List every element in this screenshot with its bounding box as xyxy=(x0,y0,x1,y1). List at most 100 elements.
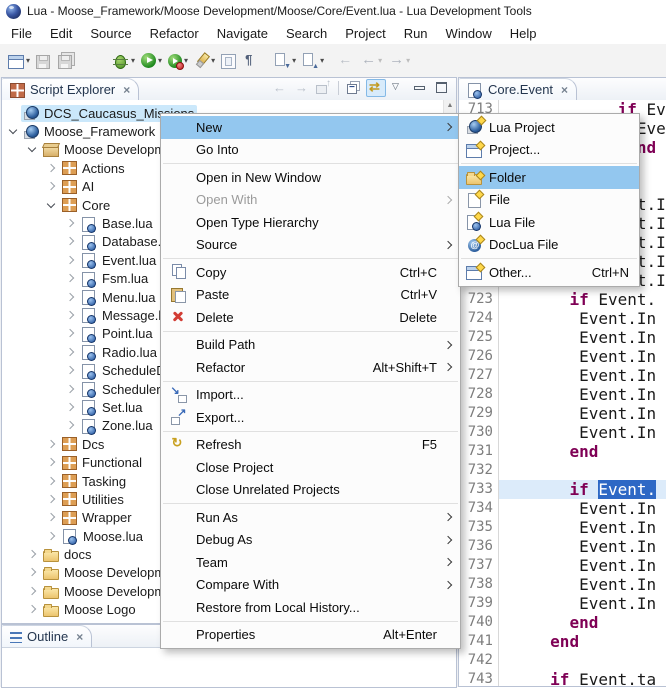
menu-item-properties[interactable]: PropertiesAlt+Enter xyxy=(161,624,460,647)
code-line-737[interactable]: 737 Event.In xyxy=(459,556,666,575)
dropdown-arrow-icon[interactable]: ▾ xyxy=(406,56,410,65)
menu-item-file[interactable]: File xyxy=(459,189,639,212)
save-button[interactable] xyxy=(33,48,53,73)
menu-item-export[interactable]: Export... xyxy=(161,406,460,429)
chevron-right-icon[interactable] xyxy=(63,382,78,397)
tree-item-body[interactable]: Wrapper xyxy=(59,509,135,526)
dropdown-arrow-icon[interactable]: ▾ xyxy=(184,56,188,65)
chevron-right-icon[interactable] xyxy=(63,234,78,249)
menu-item-import[interactable]: Import... xyxy=(161,384,460,407)
tree-item-body[interactable]: Actions xyxy=(59,160,128,177)
menu-item-new[interactable]: New xyxy=(161,116,460,139)
dropdown-arrow-icon[interactable]: ▾ xyxy=(131,56,135,65)
menu-edit[interactable]: Edit xyxy=(41,23,81,44)
tree-item-body[interactable]: Core xyxy=(59,197,113,214)
tree-item-body[interactable]: Utilities xyxy=(59,491,127,508)
menu-item-project[interactable]: Project... xyxy=(459,139,639,162)
tree-item-body[interactable]: Tasking xyxy=(59,473,129,490)
link-editor-button[interactable] xyxy=(366,79,386,97)
menu-item-open-with[interactable]: Open With xyxy=(161,189,460,212)
tree-item-body[interactable]: Set.lua xyxy=(78,399,145,416)
code-line-728[interactable]: 728 Event.In xyxy=(459,385,666,404)
tree-item-body[interactable]: Moose Developme xyxy=(40,583,175,600)
menu-item-copy[interactable]: CopyCtrl+C xyxy=(161,261,460,284)
scroll-up-icon[interactable]: ▲ xyxy=(444,102,456,109)
menu-item-refactor[interactable]: RefactorAlt+Shift+T xyxy=(161,356,460,379)
tab-script-explorer[interactable]: Script Explorer × xyxy=(2,78,139,100)
chevron-right-icon[interactable] xyxy=(44,437,59,452)
tree-item-body[interactable]: Moose.lua xyxy=(59,528,146,545)
code-line-738[interactable]: 738 Event.In xyxy=(459,575,666,594)
menu-help[interactable]: Help xyxy=(501,23,546,44)
chevron-right-icon[interactable] xyxy=(44,492,59,507)
menu-project[interactable]: Project xyxy=(336,23,394,44)
tree-item-body[interactable]: Radio.lua xyxy=(78,344,160,361)
code-line-743[interactable]: 743 if Event.ta xyxy=(459,670,666,686)
tree-item-body[interactable]: Moose Logo xyxy=(40,601,139,618)
menu-file[interactable]: File xyxy=(2,23,41,44)
code-line-729[interactable]: 729 Event.In xyxy=(459,404,666,423)
dropdown-arrow-icon[interactable]: ▾ xyxy=(158,56,162,65)
menu-source[interactable]: Source xyxy=(81,23,140,44)
menu-search[interactable]: Search xyxy=(277,23,336,44)
chevron-down-icon[interactable] xyxy=(6,124,21,139)
menu-item-run-as[interactable]: Run As xyxy=(161,506,460,529)
chevron-down-icon[interactable] xyxy=(25,142,40,157)
chevron-right-icon[interactable] xyxy=(63,253,78,268)
mark-occurrences-button[interactable] xyxy=(218,48,239,73)
menu-window[interactable]: Window xyxy=(437,23,501,44)
tree-item-body[interactable]: Moose Developme xyxy=(40,564,175,581)
code-line-741[interactable]: 741 end xyxy=(459,632,666,651)
menu-item-source[interactable]: Source xyxy=(161,234,460,257)
close-icon[interactable]: × xyxy=(123,83,130,97)
menu-refactor[interactable]: Refactor xyxy=(141,23,208,44)
tree-item-body[interactable]: Moose Mission Se xyxy=(40,620,173,623)
back-button[interactable]: ▾ xyxy=(357,48,385,73)
menu-item-delete[interactable]: DeleteDelete xyxy=(161,306,460,329)
menu-item-lua-project[interactable]: Lua Project xyxy=(459,116,639,139)
show-whitespace-button[interactable] xyxy=(239,48,261,73)
chevron-right-icon[interactable] xyxy=(44,455,59,470)
chevron-right-icon[interactable] xyxy=(63,308,78,323)
code-line-725[interactable]: 725 Event.In xyxy=(459,328,666,347)
menu-item-restore-from-local-history[interactable]: Restore from Local History... xyxy=(161,596,460,619)
tree-item-body[interactable]: Zone.lua xyxy=(78,417,156,434)
save-all-button[interactable] xyxy=(53,48,75,73)
chevron-right-icon[interactable] xyxy=(63,290,78,305)
menu-item-refresh[interactable]: RefreshF5 xyxy=(161,434,460,457)
menu-item-other[interactable]: Other...Ctrl+N xyxy=(459,261,639,284)
minimize-button[interactable] xyxy=(410,79,430,97)
tab-outline[interactable]: Outline × xyxy=(2,625,92,647)
code-line-742[interactable]: 742 xyxy=(459,651,666,670)
next-annotation-button[interactable]: ▾ xyxy=(271,48,299,73)
dropdown-arrow-icon[interactable]: ▾ xyxy=(292,56,296,65)
chevron-right-icon[interactable] xyxy=(44,529,59,544)
tree-item-body[interactable]: Fsm.lua xyxy=(78,270,151,287)
close-icon[interactable]: × xyxy=(561,83,568,97)
close-icon[interactable]: × xyxy=(76,630,83,644)
code-line-730[interactable]: 730 Event.In xyxy=(459,423,666,442)
tree-item-body[interactable]: Moose_Framework xyxy=(21,123,158,140)
new-wizard-button[interactable]: ▾ xyxy=(5,48,33,73)
chevron-right-icon[interactable] xyxy=(63,345,78,360)
tree-item-body[interactable]: Point.lua xyxy=(78,325,156,342)
forward-button[interactable]: ▾ xyxy=(385,48,413,73)
menu-item-paste[interactable]: PasteCtrl+V xyxy=(161,284,460,307)
code-line-724[interactable]: 724 Event.In xyxy=(459,309,666,328)
menu-item-close-unrelated-projects[interactable]: Close Unrelated Projects xyxy=(161,479,460,502)
highlighter-button[interactable]: ▾ xyxy=(191,48,218,73)
code-line-727[interactable]: 727 Event.In xyxy=(459,366,666,385)
chevron-right-icon[interactable] xyxy=(44,161,59,176)
menu-item-go-into[interactable]: Go Into xyxy=(161,139,460,162)
code-line-723[interactable]: 723 if Event. xyxy=(459,290,666,309)
profile-button[interactable]: ▾ xyxy=(165,48,191,73)
debug-button[interactable]: ▾ xyxy=(109,48,138,73)
menu-item-team[interactable]: Team xyxy=(161,551,460,574)
menu-item-open-in-new-window[interactable]: Open in New Window xyxy=(161,166,460,189)
chevron-right-icon[interactable] xyxy=(63,216,78,231)
chevron-right-icon[interactable] xyxy=(63,271,78,286)
chevron-right-icon[interactable] xyxy=(63,418,78,433)
dropdown-arrow-icon[interactable]: ▾ xyxy=(211,56,215,65)
code-line-726[interactable]: 726 Event.In xyxy=(459,347,666,366)
tree-item-body[interactable]: Base.lua xyxy=(78,215,156,232)
